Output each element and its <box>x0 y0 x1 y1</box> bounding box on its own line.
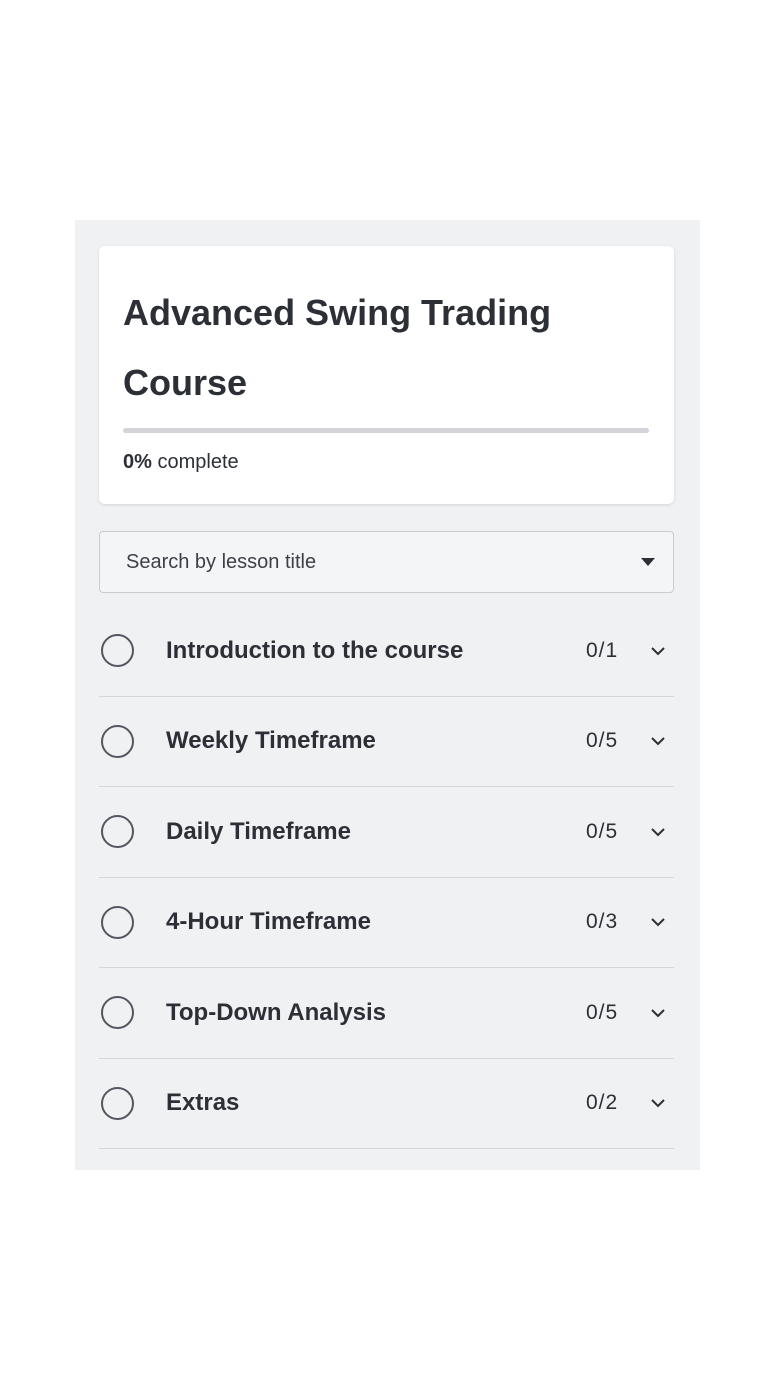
chevron-down-icon[interactable] <box>646 639 670 663</box>
lesson-section[interactable]: Daily Timeframe 0/5 <box>99 787 674 878</box>
lesson-title: Top-Down Analysis <box>166 998 387 1026</box>
course-header-card: Advanced Swing Trading Course 0% complet… <box>99 246 674 504</box>
lesson-title: Weekly Timeframe <box>166 727 376 755</box>
lesson-count: 0/1 <box>586 638 619 662</box>
chevron-down-icon[interactable] <box>646 1091 670 1115</box>
caret-down-icon <box>641 558 655 566</box>
progress-suffix: complete <box>157 451 239 473</box>
lesson-count: 0/5 <box>586 1000 619 1024</box>
progress-bar <box>123 428 649 433</box>
lesson-section[interactable]: Weekly Timeframe 0/5 <box>99 697 674 787</box>
progress-label: 0% complete <box>123 451 650 474</box>
course-sidebar: Advanced Swing Trading Course 0% complet… <box>75 220 700 1170</box>
empty-circle-icon <box>101 1086 134 1120</box>
lesson-list: Introduction to the course 0/1 Weekly Ti… <box>99 606 674 1149</box>
lesson-title: Introduction to the course <box>166 636 464 664</box>
progress-percent: 0% <box>123 451 152 473</box>
empty-circle-icon <box>101 905 134 939</box>
course-title: Advanced Swing Trading Course <box>123 292 552 403</box>
search-placeholder: Search by lesson title <box>126 550 317 573</box>
lesson-title: Daily Timeframe <box>166 817 351 845</box>
chevron-down-icon[interactable] <box>646 820 670 844</box>
empty-circle-icon <box>101 815 134 849</box>
lesson-count: 0/5 <box>586 819 619 843</box>
lesson-search-dropdown[interactable]: Search by lesson title <box>99 531 674 593</box>
chevron-down-icon[interactable] <box>646 729 670 753</box>
empty-circle-icon <box>101 724 134 758</box>
empty-circle-icon <box>101 634 134 668</box>
empty-circle-icon <box>101 996 134 1030</box>
lesson-title: Extras <box>166 1089 240 1117</box>
lesson-section[interactable]: Top-Down Analysis 0/5 <box>99 968 674 1059</box>
lesson-count: 0/5 <box>586 729 619 753</box>
chevron-down-icon[interactable] <box>646 1001 670 1025</box>
lesson-title: 4-Hour Timeframe <box>166 908 371 936</box>
chevron-down-icon[interactable] <box>646 910 670 934</box>
lesson-count: 0/2 <box>586 1091 619 1115</box>
lesson-section[interactable]: Extras 0/2 <box>99 1059 674 1149</box>
lesson-count: 0/3 <box>586 910 619 934</box>
lesson-section[interactable]: 4-Hour Timeframe 0/3 <box>99 878 674 968</box>
lesson-section[interactable]: Introduction to the course 0/1 <box>99 606 674 697</box>
